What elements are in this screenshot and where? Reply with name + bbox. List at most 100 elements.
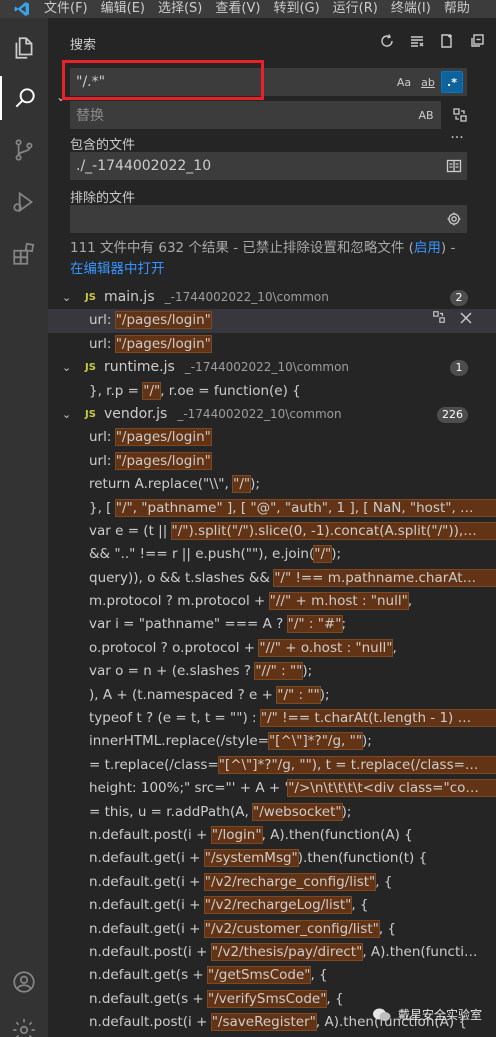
result-line[interactable]: ), A + (t.namespaced ? e + "/" : "");: [48, 684, 496, 707]
match-whole-word-toggle[interactable]: ab: [417, 71, 439, 93]
result-line[interactable]: var i = "pathname" === A ? "/" : "#";: [48, 613, 496, 636]
result-line[interactable]: }, r.p = "/", r.oe = function(e) {: [48, 380, 496, 403]
result-line[interactable]: n.default.get(i + "/v2/recharge_config/l…: [48, 871, 496, 894]
line-prefix: url:: [89, 335, 116, 352]
toggle-details-icon[interactable]: ···: [446, 127, 468, 149]
line-suffix: , A).then(function(A) {: [261, 826, 413, 843]
result-line[interactable]: = this, u = r.addPath(A, "/websocket");: [48, 801, 496, 824]
regex-toggle[interactable]: .*: [441, 71, 463, 93]
match-count-badge: 2: [450, 290, 468, 306]
vendor-result-lines: url: "/pages/login" url: "/pages/login" re…: [48, 426, 496, 1034]
result-line[interactable]: n.default.post(i + "/v2/thesis/pay/direc…: [48, 941, 496, 964]
result-line[interactable]: }, [ "/", "pathname" ], [ "@", "auth", 1…: [48, 497, 496, 520]
summary-text: 111 文件中有 632 个结果 - 已禁止排除设置和忽略文件 (: [70, 240, 414, 256]
line-suffix: , A).then(function(A) {: [362, 943, 496, 960]
result-line[interactable]: n.default.get(i + "/v2/rechargeLog/list"…: [48, 894, 496, 917]
file-name: runtime.js: [104, 359, 175, 376]
line-suffix: , {: [351, 897, 369, 914]
wechat-icon: [372, 1008, 391, 1021]
preserve-case-toggle[interactable]: AB: [415, 104, 437, 126]
include-label: 包含的文件: [70, 138, 136, 153]
watermark-text: 戴星安全实验室: [397, 1008, 482, 1022]
result-line[interactable]: typeof t ? (e = t, t = "") : "/" !== t.c…: [48, 707, 496, 730]
result-line[interactable]: query)), o && t.slashes && "/" !== m.pat…: [48, 567, 496, 590]
match-highlight: "/pages/login": [114, 428, 212, 447]
result-line[interactable]: var e = (t || "/").split("/").slice(0, -…: [48, 520, 496, 543]
menu-edit[interactable]: 编辑(E): [101, 0, 145, 18]
result-line[interactable]: url: "/pages/login": [48, 450, 496, 473]
result-line[interactable]: return A.replace("\\", "/");: [48, 473, 496, 496]
menu-selection[interactable]: 选择(S): [158, 0, 202, 18]
menu-view[interactable]: 查看(V): [215, 0, 260, 18]
match-highlight: "//" + o.host : "null": [258, 638, 394, 657]
include-value: ./_-1744002022_10: [76, 158, 212, 174]
new-search-editor-icon[interactable]: [434, 30, 460, 52]
vscode-logo-icon: [0, 0, 44, 18]
explorer-icon[interactable]: [0, 26, 48, 70]
watermark: 戴星安全实验室: [372, 1006, 482, 1023]
open-in-editor-link[interactable]: 在编辑器中打开: [70, 261, 165, 277]
result-line[interactable]: var o = n + (e.slashes ? "//" : "");: [48, 660, 496, 683]
sidebar-actions: [374, 30, 490, 52]
match-highlight: "/pages/login": [114, 311, 212, 330]
refresh-icon[interactable]: [374, 30, 400, 52]
menu-terminal[interactable]: 终端(I): [391, 0, 431, 18]
result-line[interactable]: url: "/pages/login": [48, 309, 496, 333]
result-line[interactable]: n.default.post(i + "/login", A).then(fun…: [48, 824, 496, 847]
result-line[interactable]: n.default.get(i + "/systemMsg").then(fun…: [48, 847, 496, 870]
result-line[interactable]: height: 100%;" src="' + A + '"/>\n\t\t\t…: [48, 777, 496, 800]
search-sidebar: 搜索 ⌄ "/.*" Aa ab .* 替换 AB ··· 包含的文件 ./_-…: [48, 18, 496, 1037]
line-suffix: );: [250, 476, 260, 493]
replace-input[interactable]: 替换 AB: [70, 101, 441, 129]
result-line[interactable]: o.protocol ? o.protocol + "//" + o.host …: [48, 637, 496, 660]
run-debug-icon[interactable]: [0, 180, 48, 224]
extensions-icon[interactable]: [0, 232, 48, 276]
source-control-icon[interactable]: [0, 128, 48, 172]
file-path: _-1744002022_10\common: [177, 406, 342, 421]
match-highlight: "/" !== t.charAt(t.length - 1) && (t +=.…: [259, 709, 496, 728]
menu-run[interactable]: 运行(R): [333, 0, 378, 18]
match-highlight: "/systemMsg": [203, 849, 299, 868]
line-prefix: url:: [89, 452, 116, 469]
accounts-icon[interactable]: [0, 960, 48, 1004]
open-editors-only-icon[interactable]: [443, 155, 465, 177]
match-highlight: "/": [142, 381, 162, 400]
menu-go[interactable]: 转到(G): [273, 0, 319, 18]
search-options: Aa ab .*: [393, 71, 463, 93]
result-line[interactable]: n.default.get(i + "/v2/customer_config/l…: [48, 918, 496, 941]
replace-icon[interactable]: [432, 309, 446, 332]
replace-all-icon[interactable]: [449, 104, 471, 126]
line-prefix: o.protocol ? o.protocol +: [89, 639, 260, 656]
chevron-down-icon: ⌄: [62, 407, 72, 421]
collapse-all-icon[interactable]: [464, 30, 490, 52]
match-highlight: "/getSmsCode": [207, 966, 312, 985]
line-prefix: var i = "pathname" === A ?: [89, 616, 288, 633]
result-line[interactable]: n.default.get(s + "/getSmsCode", {: [48, 964, 496, 987]
result-file-vendor-js[interactable]: ⌄ JS vendor.js _-1744002022_10\common 226: [48, 403, 496, 426]
enable-exclude-link[interactable]: 启用: [414, 240, 441, 256]
use-exclude-settings-gear-icon[interactable]: [443, 208, 465, 230]
search-icon[interactable]: [0, 76, 48, 120]
menu-help[interactable]: 帮助: [444, 0, 470, 18]
search-results-tree: ⌄ JS main.js _-1744002022_10\common 2 url…: [48, 286, 496, 1035]
clear-results-icon[interactable]: [404, 30, 430, 52]
js-file-icon: JS: [85, 292, 96, 303]
match-highlight: "/websocket": [252, 802, 343, 821]
results-summary: 111 文件中有 632 个结果 - 已禁止排除设置和忽略文件 (启用) - 在…: [70, 238, 465, 280]
dismiss-close-icon[interactable]: [460, 309, 472, 332]
result-file-main-js[interactable]: ⌄ JS main.js _-1744002022_10\common 2: [48, 286, 496, 309]
result-line[interactable]: innerHTML.replace(/style="[^\"]*?"/g, ""…: [48, 730, 496, 753]
exclude-input[interactable]: [70, 205, 467, 233]
result-file-runtime-js[interactable]: ⌄ JS runtime.js _-1744002022_10\common 1: [48, 356, 496, 379]
include-input[interactable]: ./_-1744002022_10: [70, 152, 467, 180]
result-line[interactable]: url: "/pages/login": [48, 333, 496, 356]
match-case-toggle[interactable]: Aa: [393, 71, 415, 93]
result-line[interactable]: && ".." !== r || e.push(""), e.join("/")…: [48, 543, 496, 566]
result-line[interactable]: m.protocol ? m.protocol + "//" + m.host …: [48, 590, 496, 613]
result-line[interactable]: = t.replace(/class="[^\"]*?"/g, ""), t =…: [48, 754, 496, 777]
menu-file[interactable]: 文件(F): [44, 0, 88, 18]
match-highlight: "/" !== m.pathname.charAt(0) && ...: [273, 568, 496, 587]
result-line[interactable]: url: "/pages/login": [48, 426, 496, 449]
settings-gear-icon[interactable]: [0, 1008, 48, 1037]
sidebar-title: 搜索: [70, 38, 97, 53]
